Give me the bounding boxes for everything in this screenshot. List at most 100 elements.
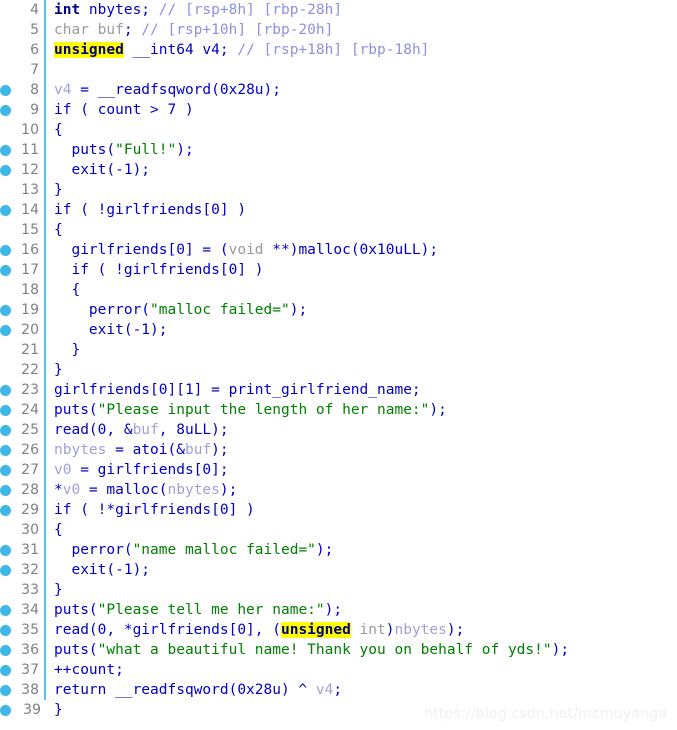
code-line[interactable]: 7 [0,60,677,80]
breakpoint-marker-icon[interactable] [0,205,11,216]
code-text[interactable]: exit(-1); [46,320,168,340]
code-text[interactable]: int nbytes; // [rsp+8h] [rbp-28h] [46,0,342,20]
code-line[interactable]: 5 char buf; // [rsp+10h] [rbp-20h] [0,20,677,40]
code-text[interactable]: } [46,360,63,380]
line-gutter[interactable]: 28 [0,480,46,500]
line-gutter[interactable]: 8 [0,80,46,100]
code-line[interactable]: 28 *v0 = malloc(nbytes); [0,480,677,500]
code-text[interactable]: { [46,520,63,540]
code-text[interactable]: } [46,700,63,720]
code-line[interactable]: 8 v4 = __readfsqword(0x28u); [0,80,677,100]
line-gutter[interactable]: 4 [0,0,46,20]
line-gutter[interactable]: 35 [0,620,46,640]
line-gutter[interactable]: 25 [0,420,46,440]
line-gutter[interactable]: 21 [0,340,46,360]
line-gutter[interactable]: 32 [0,560,46,580]
code-text[interactable]: perror("name malloc failed="); [46,540,333,560]
breakpoint-marker-icon[interactable] [0,245,11,256]
code-text[interactable]: ++count; [46,660,124,680]
code-line[interactable]: 22} [0,360,677,380]
line-gutter[interactable]: 37 [0,660,46,680]
code-text[interactable]: *v0 = malloc(nbytes); [46,480,237,500]
breakpoint-marker-icon[interactable] [0,145,11,156]
code-text[interactable]: unsigned __int64 v4; // [rsp+18h] [rbp-1… [46,40,429,60]
breakpoint-marker-icon[interactable] [0,565,11,576]
line-gutter[interactable]: 23 [0,380,46,400]
code-line[interactable]: 19 perror("malloc failed="); [0,300,677,320]
breakpoint-marker-icon[interactable] [0,465,11,476]
code-line[interactable]: 24 puts("Please input the length of her n… [0,400,677,420]
breakpoint-marker-icon[interactable] [0,425,11,436]
breakpoint-marker-icon[interactable] [0,545,11,556]
breakpoint-marker-icon[interactable] [0,445,11,456]
code-line[interactable]: 32 exit(-1); [0,560,677,580]
code-line[interactable]: 26 nbytes = atoi(&buf); [0,440,677,460]
code-text[interactable]: v4 = __readfsqword(0x28u); [46,80,281,100]
code-text[interactable]: { [46,220,63,240]
line-gutter[interactable]: 39 [0,700,46,720]
code-line[interactable]: 38 return __readfsqword(0x28u) ^ v4; [0,680,677,700]
line-gutter[interactable]: 12 [0,160,46,180]
code-text[interactable]: } [46,580,63,600]
line-gutter[interactable]: 38 [0,680,46,700]
breakpoint-marker-icon[interactable] [0,305,11,316]
code-line[interactable]: 37 ++count; [0,660,677,680]
code-text[interactable]: if ( count > 7 ) [46,100,194,120]
code-line[interactable]: 13} [0,180,677,200]
line-gutter[interactable]: 19 [0,300,46,320]
line-gutter[interactable]: 20 [0,320,46,340]
code-line[interactable]: 18 { [0,280,677,300]
code-text[interactable]: return __readfsqword(0x28u) ^ v4; [46,680,342,700]
code-text[interactable]: read(0, &buf, 8uLL); [46,420,229,440]
code-text[interactable]: puts("Full!"); [46,140,193,160]
code-text[interactable]: puts("Please input the length of her nam… [46,400,447,420]
breakpoint-marker-icon[interactable] [0,265,11,276]
code-line[interactable]: 31 perror("name malloc failed="); [0,540,677,560]
line-gutter[interactable]: 9 [0,100,46,120]
breakpoint-marker-icon[interactable] [0,405,11,416]
code-text[interactable]: read(0, *girlfriends[0], (unsigned int)n… [46,620,464,640]
line-gutter[interactable]: 6 [0,40,46,60]
code-line[interactable]: 36 puts("what a beautiful name! Thank you… [0,640,677,660]
line-gutter[interactable]: 22 [0,360,46,380]
breakpoint-marker-icon[interactable] [0,485,11,496]
breakpoint-marker-icon[interactable] [0,325,11,336]
code-text[interactable]: puts("Please tell me her name:"); [46,600,342,620]
code-line[interactable]: 20 exit(-1); [0,320,677,340]
pseudocode-editor[interactable]: 4 int nbytes; // [rsp+8h] [rbp-28h] 5 char … [0,0,677,730]
code-text[interactable]: v0 = girlfriends[0]; [46,460,229,480]
code-text[interactable]: girlfriends[0][1] = print_girlfriend_nam… [46,380,421,400]
code-text[interactable]: } [46,340,80,360]
code-text[interactable]: nbytes = atoi(&buf); [46,440,229,460]
breakpoint-marker-icon[interactable] [0,685,11,696]
breakpoint-marker-icon[interactable] [0,505,11,516]
breakpoint-marker-icon[interactable] [0,165,11,176]
code-line[interactable]: 33} [0,580,677,600]
code-text[interactable]: perror("malloc failed="); [46,300,307,320]
breakpoint-marker-icon[interactable] [0,605,11,616]
breakpoint-marker-icon[interactable] [0,105,11,116]
line-gutter[interactable]: 36 [0,640,46,660]
code-line[interactable]: 23 girlfriends[0][1] = print_girlfriend_n… [0,380,677,400]
code-text[interactable] [46,60,54,80]
line-gutter[interactable]: 33 [0,580,46,600]
line-gutter[interactable]: 26 [0,440,46,460]
code-line[interactable]: 21 } [0,340,677,360]
line-gutter[interactable]: 5 [0,20,46,40]
code-line[interactable]: 35 read(0, *girlfriends[0], (unsigned int… [0,620,677,640]
code-text[interactable]: exit(-1); [46,560,150,580]
line-gutter[interactable]: 14 [0,200,46,220]
code-line[interactable]: 6 unsigned __int64 v4; // [rsp+18h] [rbp-… [0,40,677,60]
line-gutter[interactable]: 13 [0,180,46,200]
breakpoint-marker-icon[interactable] [0,705,11,716]
line-gutter[interactable]: 30 [0,520,46,540]
breakpoint-marker-icon[interactable] [0,665,11,676]
line-gutter[interactable]: 11 [0,140,46,160]
code-line[interactable]: 10 { [0,120,677,140]
code-line[interactable]: 27 v0 = girlfriends[0]; [0,460,677,480]
code-text[interactable]: girlfriends[0] = (void **)malloc(0x10uLL… [46,240,438,260]
code-line[interactable]: 12 exit(-1); [0,160,677,180]
code-line[interactable]: 17 if ( !girlfriends[0] ) [0,260,677,280]
code-line[interactable]: 16 girlfriends[0] = (void **)malloc(0x10… [0,240,677,260]
code-line[interactable]: 30 { [0,520,677,540]
